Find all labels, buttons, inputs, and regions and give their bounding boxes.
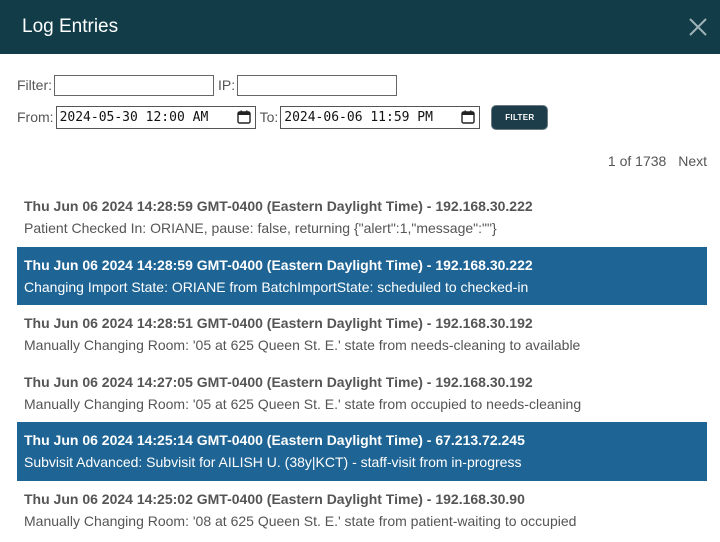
log-entry-header: Thu Jun 06 2024 14:25:14 GMT-0400 (Easte… bbox=[24, 432, 525, 448]
log-entry-header: Thu Jun 06 2024 14:28:51 GMT-0400 (Easte… bbox=[24, 315, 533, 331]
log-entry[interactable]: Thu Jun 06 2024 14:28:59 GMT-0400 (Easte… bbox=[17, 246, 707, 305]
log-entry-header: Thu Jun 06 2024 14:27:05 GMT-0400 (Easte… bbox=[24, 373, 533, 390]
log-entry-header: Thu Jun 06 2024 14:28:59 GMT-0400 (Easte… bbox=[24, 256, 533, 273]
pagination: 1 of 1738 Next bbox=[608, 153, 707, 169]
filter-row: Filter: IP: bbox=[17, 73, 703, 97]
log-entry[interactable]: Thu Jun 06 2024 14:28:59 GMT-0400 (Easte… bbox=[17, 188, 707, 247]
next-page-link[interactable]: Next bbox=[678, 153, 707, 169]
log-entry[interactable]: Thu Jun 06 2024 14:25:14 GMT-0400 (Easte… bbox=[17, 422, 707, 481]
dialog-header: Log Entries bbox=[0, 0, 720, 54]
close-button[interactable] bbox=[676, 0, 720, 54]
log-entry-message: Changing Import State: ORIANE from Batch… bbox=[24, 278, 529, 295]
from-date-input[interactable]: 2024-05-30 12:00 AM bbox=[55, 105, 256, 129]
to-label: To: bbox=[259, 109, 279, 125]
log-entry-message: Manually Changing Room: '05 at 625 Queen… bbox=[24, 337, 581, 353]
log-entries-dialog: Log Entries Filter: IP: From: 2024-05-30… bbox=[0, 0, 720, 542]
from-label: From: bbox=[17, 109, 54, 125]
calendar-icon[interactable] bbox=[461, 110, 475, 124]
close-icon bbox=[689, 18, 707, 36]
filter-label: Filter: bbox=[17, 77, 52, 93]
to-date-value: 2024-06-06 11:59 PM bbox=[284, 109, 433, 125]
calendar-icon[interactable] bbox=[236, 110, 251, 124]
dialog-title: Log Entries bbox=[22, 16, 119, 37]
filter-button[interactable]: FILTER bbox=[492, 105, 548, 129]
filter-input[interactable] bbox=[54, 74, 214, 96]
log-entry-message: Subvisit Advanced: Subvisit for AILISH U… bbox=[24, 454, 522, 470]
log-entry-message: Patient Checked In: ORIANE, pause: false… bbox=[24, 220, 497, 236]
from-date-value: 2024-05-30 12:00 AM bbox=[59, 109, 209, 125]
log-entry-message: Manually Changing Room: '08 at 625 Queen… bbox=[24, 512, 577, 529]
to-date-input[interactable]: 2024-06-06 11:59 PM bbox=[280, 105, 481, 129]
log-entry-header: Thu Jun 06 2024 14:28:59 GMT-0400 (Easte… bbox=[24, 198, 533, 214]
log-entry[interactable]: Thu Jun 06 2024 14:25:02 GMT-0400 (Easte… bbox=[17, 481, 707, 540]
log-entry-message: Manually Changing Room: '05 at 625 Queen… bbox=[24, 395, 582, 412]
log-entry-list: Thu Jun 06 2024 14:28:59 GMT-0400 (Easte… bbox=[17, 188, 707, 539]
log-entry-header: Thu Jun 06 2024 14:25:02 GMT-0400 (Easte… bbox=[24, 490, 525, 507]
date-row: From: 2024-05-30 12:00 AM To: 2024-06-06… bbox=[17, 105, 703, 129]
ip-input[interactable] bbox=[237, 74, 398, 96]
ip-label: IP: bbox=[218, 77, 236, 93]
log-entry[interactable]: Thu Jun 06 2024 14:27:05 GMT-0400 (Easte… bbox=[17, 364, 707, 423]
log-entry[interactable]: Thu Jun 06 2024 14:28:51 GMT-0400 (Easte… bbox=[17, 305, 707, 364]
page-indicator: 1 of 1738 bbox=[607, 153, 667, 169]
filter-form: Filter: IP: From: 2024-05-30 12:00 AM To… bbox=[0, 54, 720, 129]
